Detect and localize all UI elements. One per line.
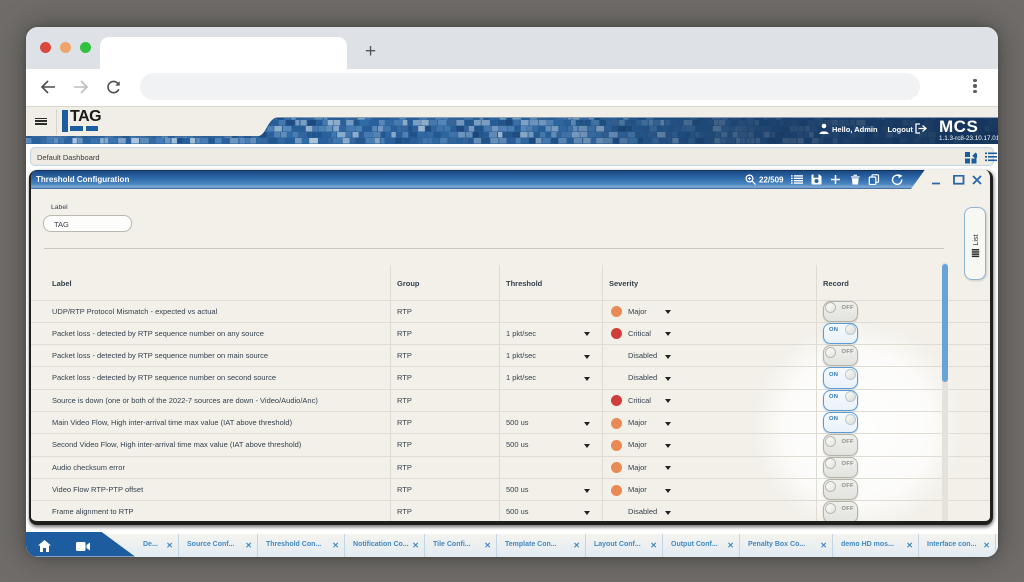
svg-text:22/509: 22/509 [759,176,784,185]
svg-text:List: List [971,234,980,245]
